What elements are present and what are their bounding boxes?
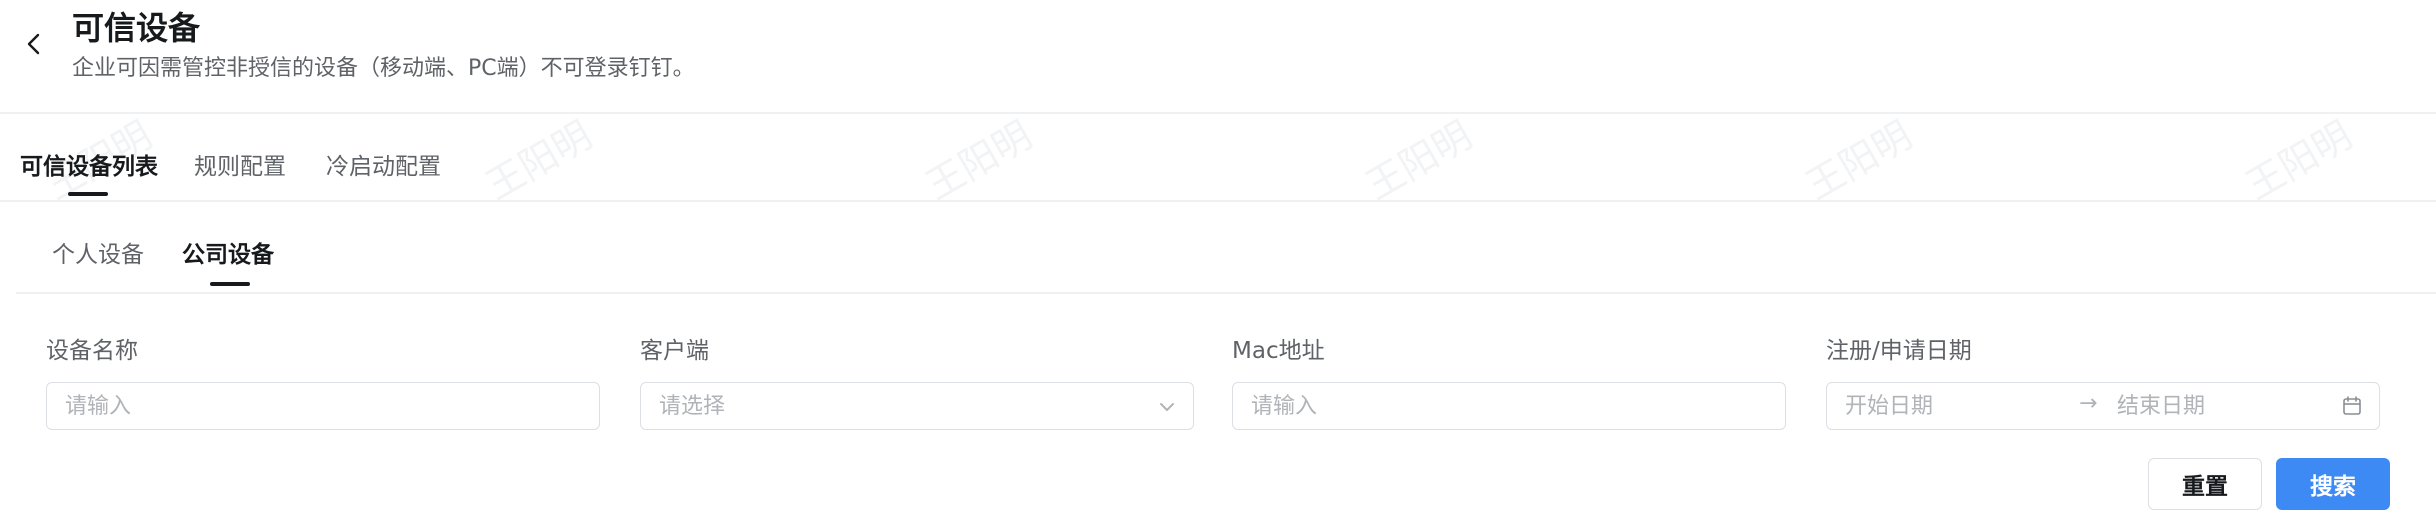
register-date-label: 注册/申请日期 [1826, 338, 1972, 364]
tab-trusted-device-list[interactable]: 可信设备列表 [20, 152, 158, 182]
chevron-down-icon [1160, 403, 1174, 411]
client-select-placeholder: 请选择 [659, 394, 726, 419]
date-range-arrow: → [2079, 391, 2098, 416]
reset-button[interactable]: 重置 [2148, 458, 2262, 510]
start-date-input[interactable]: 开始日期 [1845, 392, 1933, 422]
subtab-company-device[interactable]: 公司设备 [182, 240, 274, 270]
calendar-icon [2343, 396, 2361, 415]
tab-cold-start-config[interactable]: 冷启动配置 [326, 152, 441, 182]
mac-address-field [1232, 382, 1786, 430]
tab-rule-config[interactable]: 规则配置 [194, 152, 286, 182]
client-label: 客户端 [640, 338, 709, 364]
device-subtabs: 个人设备 公司设备 [16, 200, 2436, 294]
active-tab-indicator [68, 192, 108, 196]
device-name-label: 设备名称 [46, 338, 138, 364]
device-name-input[interactable] [47, 383, 599, 429]
end-date-input[interactable]: 结束日期 [2117, 392, 2205, 422]
date-range-picker[interactable]: 开始日期 → 结束日期 [1826, 382, 2380, 430]
device-name-field [46, 382, 600, 430]
search-button[interactable]: 搜索 [2276, 458, 2390, 510]
subtab-personal-device[interactable]: 个人设备 [52, 240, 144, 270]
page-subtitle: 企业可因需管控非授信的设备（移动端、PC端）不可登录钉钉。 [72, 56, 695, 81]
mac-address-input[interactable] [1233, 383, 1785, 429]
client-select[interactable]: 请选择 [640, 382, 1194, 430]
main-tabs: 可信设备列表 规则配置 冷启动配置 [0, 112, 2436, 202]
page-header: 可信设备 企业可因需管控非授信的设备（移动端、PC端）不可登录钉钉。 [0, 0, 2436, 114]
chevron-left-icon [27, 33, 40, 55]
active-subtab-indicator [210, 282, 250, 286]
mac-address-label: Mac地址 [1232, 338, 1325, 364]
page-title: 可信设备 [72, 9, 201, 47]
back-button[interactable] [20, 30, 48, 58]
